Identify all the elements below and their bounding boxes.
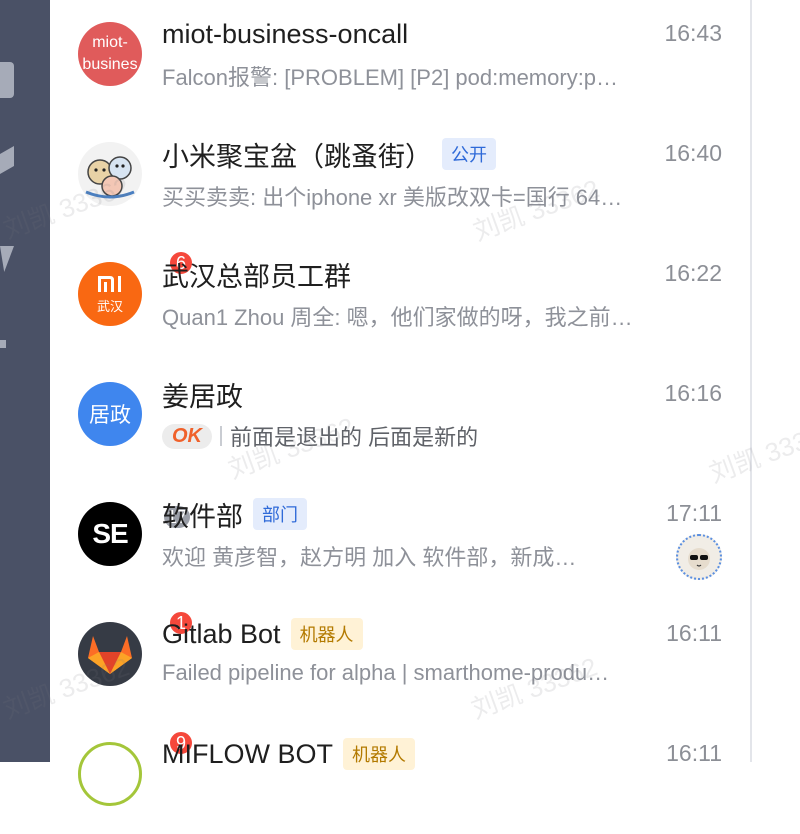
chat-preview: Failed pipeline for alpha | smarthome-pr…: [162, 660, 610, 685]
cartoon-illustration-icon: [85, 156, 135, 199]
group-avatar: SE: [78, 502, 142, 566]
chat-row[interactable]: 居政 姜居政 16:16 OK 前面是退出的 后面是新的: [50, 354, 750, 474]
chat-row[interactable]: 9 MIFLOW BOT 机器人 16:11: [50, 714, 750, 834]
mini-user-avatar: [676, 534, 722, 580]
chat-name: MIFLOW BOT: [162, 738, 333, 769]
avatar-text: 居政: [89, 404, 131, 427]
chat-row[interactable]: SE 17 软件部 部门 17:11 欢迎 黄彦智，赵方明 加入 软件部，新成…: [50, 474, 750, 594]
group-avatar: miot- busines: [78, 22, 142, 86]
chat-name: Gitlab Bot: [162, 618, 281, 649]
sidebar-edit-icon[interactable]: [0, 145, 14, 175]
bot-tag: 机器人: [290, 618, 363, 650]
chat-list: miot- busines miot-business-oncall 16:43…: [50, 0, 750, 806]
avatar-text: 武汉: [96, 298, 123, 314]
chat-preview: Quan1 Zhou 周全: 嗯，他们家做的呀，我之前…: [162, 305, 633, 330]
chat-name: 武汉总部员工群: [162, 261, 351, 292]
mi-logo-icon: [98, 275, 121, 292]
department-tag: 部门: [253, 498, 307, 530]
chat-name: miot-business-oncall: [162, 18, 409, 49]
conversation-pane: [752, 0, 800, 762]
chat-name: 小米聚宝盆（跳蚤街）: [162, 141, 432, 172]
chat-time: 16:11: [666, 740, 722, 766]
chat-name: 软件部: [162, 501, 243, 532]
chat-row[interactable]: miot- busines miot-business-oncall 16:43…: [50, 0, 750, 114]
gitlab-logo-icon: [88, 636, 132, 674]
avatar-text-line1: miot-: [92, 34, 128, 51]
quote-bar-icon: [220, 426, 222, 446]
chat-time: 16:16: [664, 380, 722, 406]
avatar-text: SE: [92, 518, 128, 549]
chat-row[interactable]: 武汉 6 武汉总部员工群 16:22 Quan1 Zhou 周全: 嗯，他们家做…: [50, 234, 750, 354]
ok-sticker-icon: OK: [162, 423, 212, 449]
sidebar-contacts-icon[interactable]: [0, 62, 14, 98]
chat-time: 16:11: [666, 620, 722, 646]
chat-time: 16:40: [664, 140, 722, 166]
user-avatar: 居政: [78, 382, 142, 446]
chat-name: 姜居政: [162, 381, 243, 412]
chat-time: 17:11: [666, 500, 722, 526]
chat-preview: OK 前面是退出的 后面是新的: [162, 420, 682, 452]
public-tag: 公开: [442, 138, 496, 170]
bot-avatar: [78, 622, 142, 686]
chat-preview-text: 前面是退出的 后面是新的: [230, 425, 479, 450]
chat-preview: Falcon报警: [PROBLEM] [P2] pod:memory:p…: [162, 65, 619, 90]
group-avatar: [78, 142, 142, 206]
chat-row[interactable]: 1 Gitlab Bot 机器人 16:11 Failed pipeline f…: [50, 594, 750, 714]
bot-tag: 机器人: [343, 738, 415, 770]
chat-preview: 欢迎 黄彦智，赵方明 加入 软件部，新成…: [162, 545, 577, 570]
chat-time: 16:43: [664, 20, 722, 46]
cat-face-icon: [688, 548, 710, 570]
group-avatar: 武汉: [78, 262, 142, 326]
chat-time: 16:22: [664, 260, 722, 286]
app-sidebar: [0, 0, 50, 762]
chat-preview: 买买卖卖: 出个iphone xr 美版改双卡=国行 64…: [162, 185, 623, 210]
chat-row[interactable]: 小米聚宝盆（跳蚤街） 公开 16:40 买买卖卖: 出个iphone xr 美版…: [50, 114, 750, 234]
avatar-text-line2: busines: [82, 56, 138, 73]
sidebar-pin-icon[interactable]: [0, 246, 14, 272]
sidebar-more-icon[interactable]: [0, 340, 6, 348]
bot-avatar: [78, 742, 142, 806]
